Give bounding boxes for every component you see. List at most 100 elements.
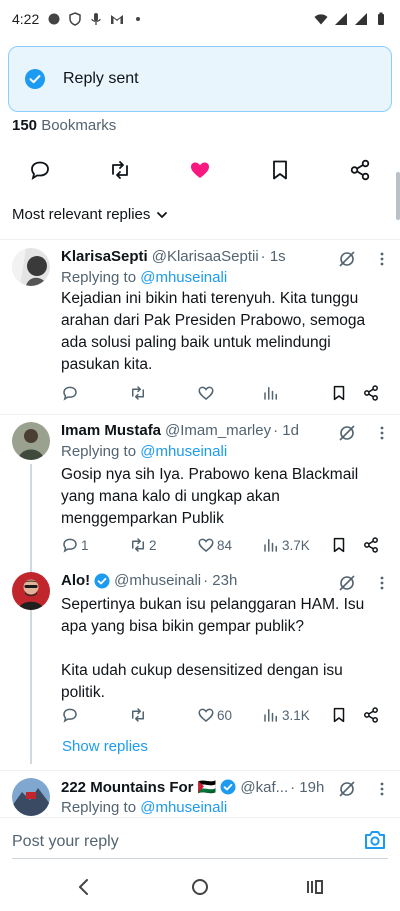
author-name[interactable]: 222 Mountains For 🇵🇸 bbox=[61, 778, 216, 796]
show-replies-link[interactable]: Show replies bbox=[62, 738, 148, 755]
more-icon[interactable] bbox=[380, 252, 384, 266]
bookmarks-stat[interactable]: 150 Bookmarks bbox=[12, 117, 116, 134]
like-button[interactable] bbox=[197, 384, 217, 402]
reply-time: · 19h bbox=[290, 778, 325, 796]
share-button[interactable] bbox=[362, 706, 380, 724]
reply-item[interactable]: KlarisaSepti @KlarisaaSeptii · 1s Replyi… bbox=[0, 248, 400, 408]
author-handle[interactable]: @kaf... bbox=[240, 779, 288, 796]
sort-dropdown[interactable]: Most relevant replies bbox=[12, 206, 168, 223]
scrollbar[interactable] bbox=[396, 172, 400, 220]
gmail-icon bbox=[111, 15, 124, 24]
replying-to: Replying to @mhuseinali bbox=[61, 269, 228, 286]
composer-underline bbox=[12, 858, 388, 859]
avatar[interactable] bbox=[12, 422, 50, 460]
share-icon bbox=[364, 707, 378, 723]
reply-icon[interactable] bbox=[28, 158, 52, 182]
grok-icon[interactable] bbox=[338, 780, 356, 798]
avatar[interactable] bbox=[12, 572, 50, 610]
author-name[interactable]: Imam Mustafa bbox=[61, 422, 161, 439]
reply-button[interactable] bbox=[61, 384, 81, 402]
author-handle[interactable]: @KlarisaaSeptii bbox=[152, 248, 259, 265]
reply-icon bbox=[63, 708, 77, 723]
views-button[interactable] bbox=[262, 384, 282, 402]
dot-icon bbox=[136, 17, 141, 21]
avatar[interactable] bbox=[12, 778, 50, 816]
check-circle-icon bbox=[25, 69, 45, 89]
recents-icon[interactable] bbox=[306, 878, 324, 896]
like-count: 60 bbox=[217, 707, 233, 723]
share-button[interactable] bbox=[362, 384, 380, 402]
author-handle[interactable]: @mhuseinali bbox=[114, 572, 201, 589]
reply-text: Kejadian ini bikin hati terenyuh. Kita t… bbox=[61, 290, 370, 373]
reply-icon bbox=[63, 386, 77, 401]
author-name[interactable]: Alo! bbox=[61, 572, 90, 589]
verified-badge-icon bbox=[220, 779, 236, 795]
bookmark-button[interactable] bbox=[330, 384, 348, 402]
more-icon[interactable] bbox=[380, 426, 384, 440]
thread-dots-icon bbox=[29, 741, 33, 755]
views-icon bbox=[264, 387, 277, 400]
like-count: 84 bbox=[217, 537, 233, 553]
more-icon[interactable] bbox=[380, 782, 384, 796]
reply-header: 222 Mountains For 🇵🇸 @kaf... · 19h bbox=[61, 778, 348, 797]
camera-icon[interactable] bbox=[364, 830, 386, 850]
repost-button[interactable]: 2 bbox=[129, 536, 157, 554]
home-icon[interactable] bbox=[191, 878, 209, 896]
repost-button[interactable] bbox=[129, 706, 149, 724]
bookmark-icon[interactable] bbox=[268, 158, 292, 182]
repost-button[interactable] bbox=[129, 384, 149, 402]
wifi-icon bbox=[314, 14, 328, 25]
reply-item[interactable]: Imam Mustafa @Imam_marley · 1d Replying … bbox=[0, 422, 400, 572]
reply-button[interactable]: 1 bbox=[61, 536, 89, 554]
like-button[interactable]: 84 bbox=[197, 536, 232, 554]
reply-icon bbox=[63, 538, 77, 553]
heart-icon bbox=[198, 708, 214, 722]
views-count: 3.1K bbox=[282, 707, 310, 723]
replying-to-handle[interactable]: @mhuseinali bbox=[140, 269, 227, 286]
divider bbox=[0, 770, 400, 771]
more-icon[interactable] bbox=[380, 576, 384, 590]
grok-icon[interactable] bbox=[338, 250, 356, 268]
views-button[interactable]: 3.1K bbox=[262, 706, 310, 724]
bookmarks-label: Bookmarks bbox=[41, 117, 117, 134]
reply-time: · 1s bbox=[260, 248, 286, 265]
bookmark-icon bbox=[333, 385, 345, 401]
reply-header: KlarisaSepti @KlarisaaSeptii · 1s bbox=[61, 248, 348, 265]
grok-icon[interactable] bbox=[338, 424, 356, 442]
views-icon bbox=[264, 539, 277, 552]
repost-icon bbox=[132, 538, 144, 552]
repost-icon[interactable] bbox=[108, 158, 132, 182]
signal-icon bbox=[335, 13, 347, 25]
like-icon-filled[interactable] bbox=[188, 158, 212, 182]
views-button[interactable]: 3.7K bbox=[262, 536, 310, 554]
replying-to-handle[interactable]: @mhuseinali bbox=[140, 799, 227, 816]
heart-icon bbox=[198, 386, 214, 400]
share-icon bbox=[364, 385, 378, 401]
bookmark-button[interactable] bbox=[330, 706, 348, 724]
back-icon[interactable] bbox=[76, 878, 92, 896]
sort-label: Most relevant replies bbox=[12, 206, 151, 223]
reply-input[interactable]: Post your reply bbox=[12, 833, 119, 851]
author-handle[interactable]: @Imam_marley bbox=[165, 422, 271, 439]
reply-text: Sepertinya bukan isu pelanggaran HAM. Is… bbox=[61, 596, 365, 701]
replying-to: Replying to @mhuseinali bbox=[61, 443, 228, 460]
chevron-down-icon bbox=[157, 211, 168, 218]
reply-item[interactable]: Alo! @mhuseinali · 23h Sepertinya bukan … bbox=[0, 572, 400, 732]
avatar[interactable] bbox=[12, 248, 50, 286]
reply-actions: 1 2 84 3.7K bbox=[61, 536, 391, 558]
reply-button[interactable] bbox=[61, 706, 81, 724]
reply-composer[interactable]: Post your reply bbox=[0, 817, 400, 863]
like-button[interactable]: 60 bbox=[197, 706, 232, 724]
reply-header: Alo! @mhuseinali · 23h bbox=[61, 572, 348, 589]
grok-icon[interactable] bbox=[338, 574, 356, 592]
share-icon[interactable] bbox=[348, 158, 372, 182]
bookmark-button[interactable] bbox=[330, 536, 348, 554]
repost-icon bbox=[132, 708, 144, 722]
replying-to-handle[interactable]: @mhuseinali bbox=[140, 443, 227, 460]
divider bbox=[0, 239, 400, 240]
author-name[interactable]: KlarisaSepti bbox=[61, 248, 148, 265]
share-button[interactable] bbox=[362, 536, 380, 554]
status-bar: 4:22 bbox=[0, 0, 400, 38]
reply-item[interactable]: 222 Mountains For 🇵🇸 @kaf... · 19h Reply… bbox=[0, 778, 400, 818]
bookmark-icon bbox=[333, 707, 345, 723]
